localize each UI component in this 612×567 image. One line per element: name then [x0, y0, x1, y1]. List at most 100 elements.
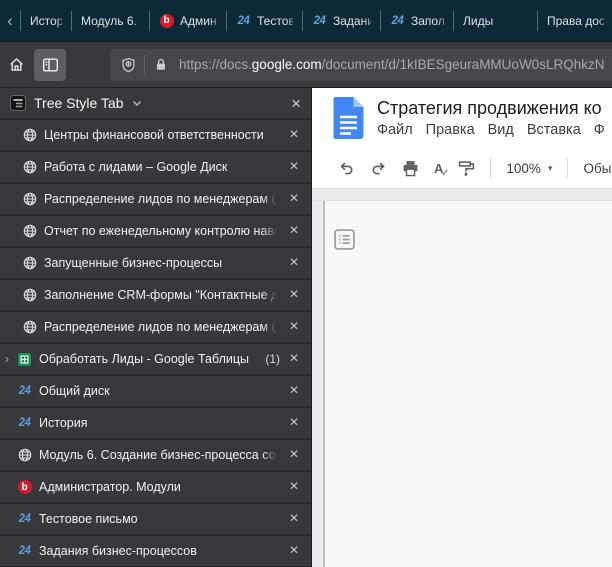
sidebar-tab[interactable]: Центры финансовой ответственности× [0, 120, 311, 150]
tracking-protection-shield-icon[interactable] [116, 53, 140, 77]
collapsed-children-count: (1) [265, 352, 280, 366]
sidebar-tab[interactable]: Работа с лидами – Google Диск× [0, 152, 311, 182]
docs-menu-bar: Файл Правка Вид Вставка Ф [377, 122, 605, 138]
document-outline-button[interactable] [333, 228, 356, 254]
tab-close-button[interactable]: × [287, 447, 301, 463]
sidebar-tab-label: Заполнение CRM-формы "Контактные данн [44, 288, 280, 302]
tab-close-button[interactable]: × [287, 319, 301, 335]
browser-window: ‹ ИсторМодуль 6.bАдмин24Тестов24Задани24… [0, 0, 612, 567]
docs-canvas [312, 201, 612, 567]
tab-label: Тестов [257, 14, 293, 28]
url-domain: google.com [252, 57, 322, 72]
sidebar-tab[interactable]: 24Общий диск× [0, 376, 311, 406]
tab-close-button[interactable]: × [287, 287, 301, 303]
sidebar-tab-label: Администратор. Модули [39, 480, 280, 494]
url-text: https://docs.google.com/document/d/1kIBE… [179, 57, 604, 72]
globe-icon [22, 224, 37, 239]
sidebar-tab-label: Распределение лидов по менеджерам (для е [44, 320, 280, 334]
tab-close-button[interactable]: × [287, 479, 301, 495]
redo-button[interactable] [370, 160, 387, 176]
sidebar-tab[interactable]: Заполнение CRM-формы "Контактные данн × [0, 280, 311, 310]
paint-format-button[interactable] [458, 160, 475, 177]
toolbar-separator [490, 158, 491, 178]
sidebar-tab-label: Общий диск [39, 384, 280, 398]
browser-tab[interactable]: 24 Запол [381, 4, 453, 38]
sidebar-tab[interactable]: Распределение лидов по менеджерам (для е… [0, 312, 311, 342]
zoom-value: 100% [506, 161, 541, 176]
paragraph-style-select[interactable]: Обычны [583, 161, 612, 176]
undo-button[interactable] [338, 160, 355, 176]
tab-close-button[interactable]: × [287, 191, 301, 207]
browser-tab[interactable]: 24Тестов [227, 4, 302, 38]
b24-icon: 24 [17, 544, 32, 559]
browser-tab[interactable]: Модуль 6. [72, 4, 149, 38]
sidebar-close-button[interactable]: × [291, 95, 301, 112]
sidebar-tab[interactable]: Отчет по еженедельному контролю наведен × [0, 216, 311, 246]
sidebar-tab[interactable]: Распределение лидов по менеджерам (для е… [0, 184, 311, 214]
tab-label: Истор [30, 14, 62, 28]
document-page[interactable] [323, 201, 612, 567]
tab-close-button[interactable]: × [287, 223, 301, 239]
menu-item[interactable]: Вид [488, 122, 514, 138]
tab-label: Запол [411, 14, 444, 28]
browser-tab[interactable]: Истор [21, 4, 71, 38]
sidebar-tab-label: Отчет по еженедельному контролю наведен [44, 224, 280, 238]
document-title[interactable]: Стратегия продвижения ко [377, 98, 605, 119]
bitrix-icon: b [159, 13, 174, 28]
urlbar-divider [144, 55, 145, 75]
toolbar-separator [567, 158, 568, 178]
sidebar-switcher-chevron-down-icon[interactable] [132, 100, 142, 107]
google-docs-pane: Стратегия продвижения ко Файл Правка Вид Вс… [312, 88, 612, 567]
url-prefix: https://docs. [179, 57, 252, 72]
zoom-dropdown-arrow-icon: ▾ [548, 163, 553, 174]
sidebar-icon [42, 57, 59, 73]
tab-close-button[interactable]: × [287, 415, 301, 431]
sidebar-tab[interactable]: bАдминистратор. Модули× [0, 472, 311, 502]
tabs-container: Истор Модуль 6.bАдмин24Тестов24Задани 24 За… [21, 4, 612, 38]
tab-close-button[interactable]: × [287, 543, 301, 559]
twisty-collapsed-icon[interactable]: › [5, 353, 9, 365]
url-bar[interactable]: https://docs.google.com/document/d/1kIBE… [110, 49, 612, 81]
sidebar-tab-label: Обработать Лиды - Google Таблицы [39, 352, 258, 366]
tab-close-button[interactable]: × [287, 383, 301, 399]
google-docs-icon [333, 97, 364, 139]
globe-icon [22, 288, 37, 303]
b24-icon: 24 [390, 13, 405, 28]
sidebar-title[interactable]: Tree Style Tab [34, 95, 124, 111]
sidebar-toggle-button[interactable] [34, 49, 66, 81]
menu-item[interactable]: Вставка [527, 122, 581, 138]
tab-scroll-left-button[interactable]: ‹ [0, 4, 20, 38]
menu-item[interactable]: Правка [426, 122, 475, 138]
tab-close-button[interactable]: × [287, 159, 301, 175]
browser-content: Tree Style Tab × Центры финансовой ответ… [0, 88, 612, 567]
globe-icon [17, 448, 32, 463]
sidebar-tab-label: Распределение лидов по менеджерам (для е [44, 192, 280, 206]
spellcheck-button[interactable]: A✓ [434, 161, 443, 176]
browser-tab[interactable]: Лиды [454, 4, 537, 38]
sidebar-tab[interactable]: Модуль 6. Создание бизнес-процесса со ст… [0, 440, 311, 470]
home-button[interactable] [4, 49, 28, 81]
browser-tab[interactable]: 24Задани [303, 4, 380, 38]
tab-label: Лиды [463, 14, 493, 28]
tab-close-button[interactable]: × [287, 127, 301, 143]
tab-close-button[interactable]: × [287, 255, 301, 271]
sidebar-tab-label: Задания бизнес-процессов [39, 544, 280, 558]
menu-item[interactable]: Файл [377, 122, 413, 138]
docs-toolbar: A✓ 100% ▾ Обычны [312, 148, 612, 188]
browser-tab[interactable]: bАдмин [150, 4, 226, 38]
browser-tab[interactable]: Права дос [538, 4, 612, 38]
sidebar-tab[interactable]: 24История× [0, 408, 311, 438]
sidebar-tab[interactable]: 24Тестовое письмо× [0, 504, 311, 534]
sidebar-tab[interactable]: › Обработать Лиды - Google Таблицы (1) × [0, 344, 311, 374]
tab-close-button[interactable]: × [287, 351, 301, 367]
globe-icon [22, 128, 37, 143]
sidebar-tab[interactable]: Запущенные бизнес-процессы × [0, 248, 311, 278]
home-icon [8, 56, 25, 73]
tab-close-button[interactable]: × [287, 511, 301, 527]
print-button[interactable] [402, 160, 419, 177]
sidebar-tab-label: Запущенные бизнес-процессы [44, 256, 280, 270]
zoom-select[interactable]: 100% ▾ [506, 161, 552, 176]
lock-icon[interactable] [149, 53, 173, 77]
sidebar-tab[interactable]: 24 Задания бизнес-процессов × [0, 536, 311, 566]
menu-item[interactable]: Ф [594, 122, 605, 138]
